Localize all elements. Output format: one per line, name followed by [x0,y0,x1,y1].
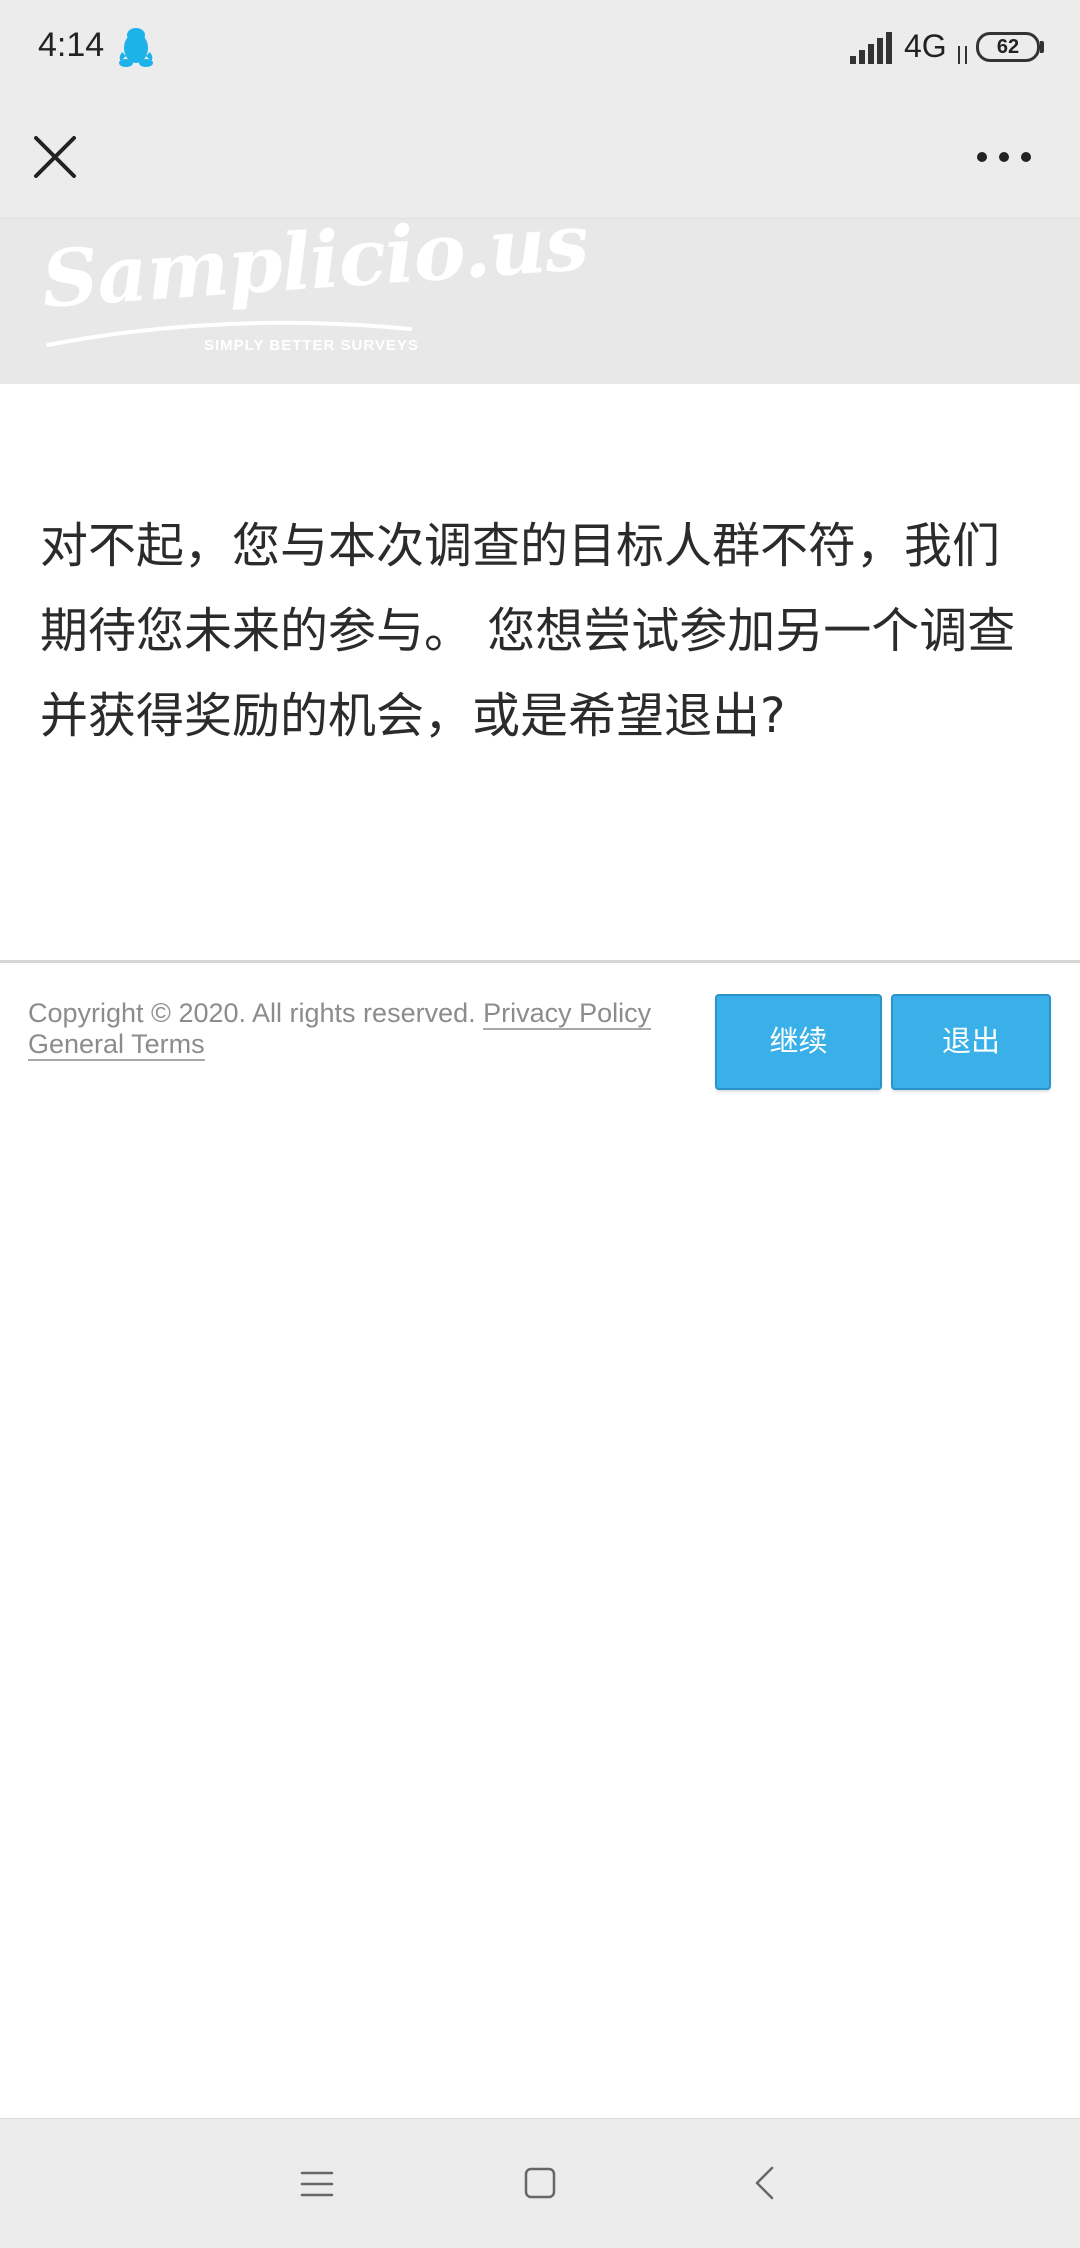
status-bar: 4:14 4G 62 [0,0,1080,96]
battery-indicator: 62 [976,32,1040,62]
signal-bars-icon [850,32,892,64]
back-chevron-icon[interactable] [752,2165,776,2201]
data-activity-icon [958,46,967,64]
header-banner: Samplicio.us SIMPLY BETTER SURVEYS [0,197,1080,384]
continue-button[interactable]: 继续 [715,994,882,1090]
privacy-policy-link[interactable]: Privacy Policy [483,998,652,1030]
disqualification-message: 对不起，您与本次调查的目标人群不符，我们期待您未来的参与。 您想尝试参加另一个调… [40,518,1016,744]
footer-legal: Copyright © 2020. All rights reserved. P… [28,998,688,1061]
footer-divider [0,960,1080,963]
qq-penguin-icon [119,28,153,67]
copyright-text: Copyright © 2020. All rights reserved. [28,998,484,1028]
home-square-icon[interactable] [523,2166,557,2200]
brand-tagline: SIMPLY BETTER SURVEYS [204,337,419,354]
more-dots-icon[interactable] [966,132,1042,182]
system-nav-bar [0,2118,1080,2248]
battery-tip [1040,41,1044,53]
menu-lines-icon[interactable] [300,2169,334,2199]
exit-button[interactable]: 退出 [891,994,1051,1090]
close-x-icon[interactable] [22,124,88,190]
status-time: 4:14 [38,26,105,64]
network-type: 4G [904,28,947,64]
general-terms-link[interactable]: General Terms [28,1029,205,1061]
